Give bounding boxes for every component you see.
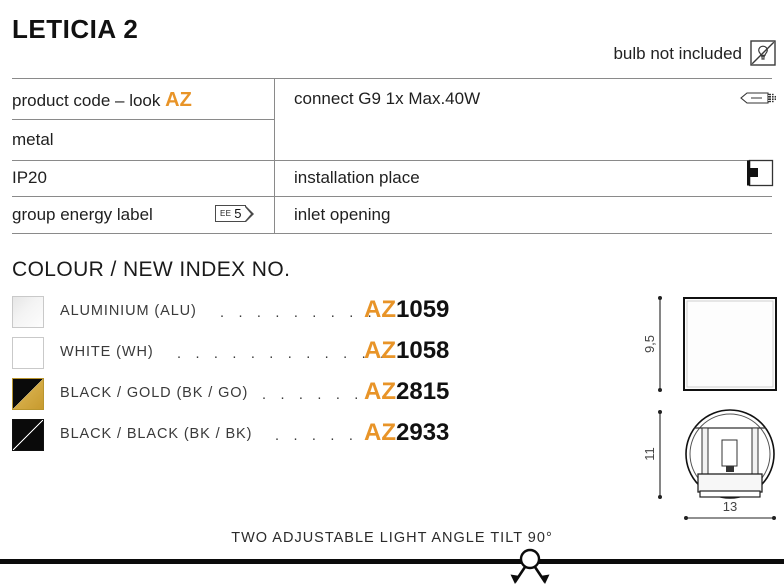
- colour-code-prefix: AZ: [364, 296, 396, 323]
- aluminium-swatch: [12, 296, 44, 328]
- colour-label: BLACK / BLACK (BK / BK): [60, 426, 253, 442]
- spec-column-divider: [274, 78, 275, 234]
- bulb-not-included-label: bulb not included: [613, 44, 742, 63]
- page-title: LETICIA 2: [12, 14, 139, 44]
- front-view-height-label: 9,5: [642, 335, 657, 353]
- colour-leader-dots: . . . . . . . . .: [220, 305, 377, 321]
- energy-label-prefix: EE: [220, 208, 232, 218]
- colour-code-prefix: AZ: [364, 337, 396, 364]
- energy-label-badge: EE 5: [215, 205, 254, 222]
- colour-code: AZ2933: [364, 419, 449, 447]
- spec-table: product code – look AZ metal IP20 group …: [12, 78, 772, 236]
- side-view-width-dimension-line: [684, 516, 776, 520]
- colour-code: AZ2815: [364, 378, 449, 406]
- colour-leader-dots: . . . . . .: [262, 387, 364, 403]
- side-view-height-dimension: 11: [642, 410, 662, 499]
- technical-drawings: 9,5 11 13: [640, 286, 784, 516]
- colour-code-number: 2933: [396, 419, 450, 446]
- spec-rule-lower: [12, 196, 772, 197]
- colour-code-number: 1059: [396, 296, 450, 323]
- colour-code-number: 1058: [396, 337, 450, 364]
- colour-code: AZ1059: [364, 296, 449, 324]
- colour-label: WHITE (WH): [60, 344, 154, 360]
- white-swatch: [12, 337, 44, 369]
- product-code-label: product code – look: [12, 91, 161, 110]
- colour-code: AZ1058: [364, 337, 449, 365]
- product-code-accent: AZ: [165, 89, 192, 111]
- spec-rule-bottom: [12, 233, 772, 234]
- black-black-swatch: [12, 419, 44, 451]
- datasheet-page: LETICIA 2 bulb not included product code…: [0, 0, 784, 586]
- energy-label-arrow-icon: [245, 205, 254, 222]
- energy-label-value: 5: [234, 206, 242, 221]
- spec-rule-mid: [12, 160, 772, 161]
- energy-label-row: group energy label: [12, 205, 153, 224]
- colour-leader-dots: . . . . . . . . . . . .: [177, 346, 390, 362]
- colour-label: BLACK / GOLD (BK / GO): [60, 385, 249, 401]
- front-view-height-dimension: 9,5: [642, 296, 662, 392]
- colour-section-heading: COLOUR / NEW INDEX NO.: [12, 258, 291, 281]
- product-code-row: product code – look AZ: [12, 89, 192, 112]
- connect-row: connect G9 1x Max.40W: [294, 89, 481, 108]
- inlet-opening-row: inlet opening: [294, 205, 391, 224]
- colour-code-number: 2815: [396, 378, 450, 405]
- colour-label: ALUMINIUM (ALU): [60, 303, 197, 319]
- spec-rule-left-1: [12, 119, 274, 120]
- footer-text: TWO ADJUSTABLE LIGHT ANGLE TILT 90°: [231, 530, 553, 546]
- colour-code-prefix: AZ: [364, 419, 396, 446]
- material-row: metal: [12, 130, 54, 149]
- front-view-square: [683, 297, 777, 391]
- footer-rule: [0, 559, 784, 564]
- spec-rule-top: [12, 78, 772, 79]
- side-view-circle: [685, 409, 775, 499]
- colour-code-prefix: AZ: [364, 378, 396, 405]
- colour-leader-dots: . . . . .: [275, 428, 359, 444]
- tilt-arrows-icon: [510, 548, 550, 584]
- g9-bulb-icon: [740, 92, 776, 104]
- wall-mount-icon: [747, 159, 774, 187]
- bulb-crossed-out-icon: [750, 40, 776, 66]
- side-view-height-label: 11: [642, 447, 657, 461]
- black-gold-swatch: [12, 378, 44, 410]
- ip-rating-row: IP20: [12, 168, 47, 187]
- installation-place-row: installation place: [294, 168, 420, 187]
